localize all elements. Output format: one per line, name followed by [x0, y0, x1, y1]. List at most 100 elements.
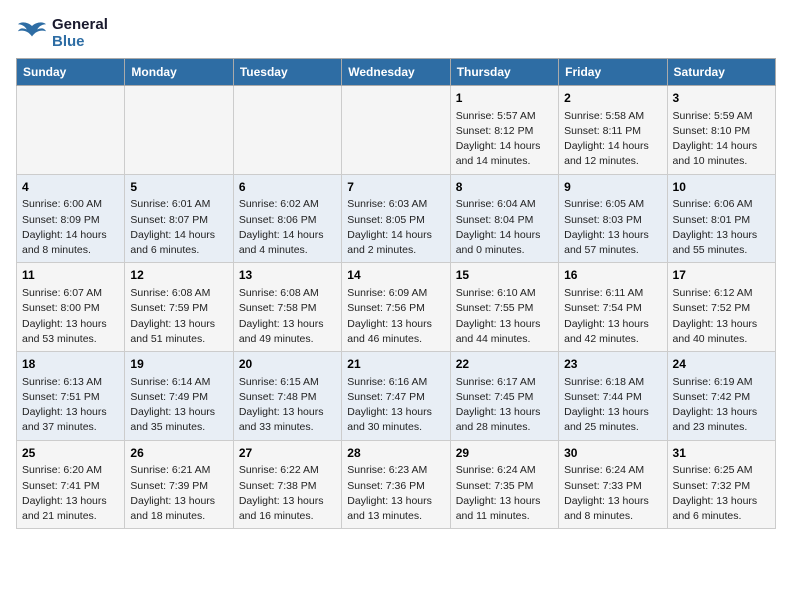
day-number: 17 — [673, 267, 770, 284]
day-info: Sunrise: 6:24 AM Sunset: 7:33 PM Dayligh… — [564, 463, 661, 524]
weekday-header-cell: Monday — [125, 59, 233, 86]
calendar-cell: 7Sunrise: 6:03 AM Sunset: 8:05 PM Daylig… — [342, 174, 450, 263]
calendar-cell: 10Sunrise: 6:06 AM Sunset: 8:01 PM Dayli… — [667, 174, 775, 263]
calendar-cell: 19 Sunrise: 6:14 AM Sunset: 7:49 PM Dayli… — [125, 352, 233, 441]
calendar-cell: 25Sunrise: 6:20 AM Sunset: 7:41 PM Dayli… — [17, 440, 125, 529]
day-info: Sunrise: 6:13 AM Sunset: 7:51 PM Dayligh… — [22, 375, 119, 436]
day-info: Sunrise: 6:16 AM Sunset: 7:47 PM Dayligh… — [347, 375, 444, 436]
day-number: 15 — [456, 267, 553, 284]
calendar-cell — [17, 86, 125, 175]
day-info: Sunrise: 6:01 AM Sunset: 8:07 PM Dayligh… — [130, 197, 227, 258]
day-info: Sunrise: 6:23 AM Sunset: 7:36 PM Dayligh… — [347, 463, 444, 524]
day-number: 21 — [347, 356, 444, 373]
weekday-header-cell: Saturday — [667, 59, 775, 86]
calendar-cell: 11 Sunrise: 6:07 AM Sunset: 8:00 PM Dayli… — [17, 263, 125, 352]
logo-icon — [16, 19, 48, 47]
day-number: 16 — [564, 267, 661, 284]
calendar-cell: 4Sunrise: 6:00 AM Sunset: 8:09 PM Daylig… — [17, 174, 125, 263]
calendar-week-row: 4Sunrise: 6:00 AM Sunset: 8:09 PM Daylig… — [17, 174, 776, 263]
calendar-cell: 27Sunrise: 6:22 AM Sunset: 7:38 PM Dayli… — [233, 440, 341, 529]
day-number: 8 — [456, 179, 553, 196]
weekday-header-row: SundayMondayTuesdayWednesdayThursdayFrid… — [17, 59, 776, 86]
day-info: Sunrise: 6:11 AM Sunset: 7:54 PM Dayligh… — [564, 286, 661, 347]
day-info: Sunrise: 6:19 AM Sunset: 7:42 PM Dayligh… — [673, 375, 770, 436]
day-info: Sunrise: 5:58 AM Sunset: 8:11 PM Dayligh… — [564, 109, 661, 170]
calendar-cell — [125, 86, 233, 175]
day-info: Sunrise: 6:18 AM Sunset: 7:44 PM Dayligh… — [564, 375, 661, 436]
day-number: 2 — [564, 90, 661, 107]
day-info: Sunrise: 6:09 AM Sunset: 7:56 PM Dayligh… — [347, 286, 444, 347]
day-number: 18 — [22, 356, 119, 373]
day-info: Sunrise: 6:14 AM Sunset: 7:49 PM Dayligh… — [130, 375, 227, 436]
logo-text: General Blue — [52, 16, 108, 50]
day-info: Sunrise: 6:08 AM Sunset: 7:59 PM Dayligh… — [130, 286, 227, 347]
calendar-week-row: 1 Sunrise: 5:57 AM Sunset: 8:12 PM Daylig… — [17, 86, 776, 175]
day-info: Sunrise: 6:20 AM Sunset: 7:41 PM Dayligh… — [22, 463, 119, 524]
day-info: Sunrise: 6:04 AM Sunset: 8:04 PM Dayligh… — [456, 197, 553, 258]
day-info: Sunrise: 6:00 AM Sunset: 8:09 PM Dayligh… — [22, 197, 119, 258]
calendar-cell: 3Sunrise: 5:59 AM Sunset: 8:10 PM Daylig… — [667, 86, 775, 175]
day-info: Sunrise: 6:10 AM Sunset: 7:55 PM Dayligh… — [456, 286, 553, 347]
calendar-cell: 2 Sunrise: 5:58 AM Sunset: 8:11 PM Daylig… — [559, 86, 667, 175]
page-header: General Blue — [16, 16, 776, 50]
calendar-cell: 17Sunrise: 6:12 AM Sunset: 7:52 PM Dayli… — [667, 263, 775, 352]
calendar-cell: 20Sunrise: 6:15 AM Sunset: 7:48 PM Dayli… — [233, 352, 341, 441]
calendar-cell — [233, 86, 341, 175]
day-number: 19 — [130, 356, 227, 373]
day-number: 26 — [130, 445, 227, 462]
day-info: Sunrise: 5:57 AM Sunset: 8:12 PM Dayligh… — [456, 109, 553, 170]
day-info: Sunrise: 6:05 AM Sunset: 8:03 PM Dayligh… — [564, 197, 661, 258]
day-info: Sunrise: 6:15 AM Sunset: 7:48 PM Dayligh… — [239, 375, 336, 436]
day-info: Sunrise: 6:08 AM Sunset: 7:58 PM Dayligh… — [239, 286, 336, 347]
day-info: Sunrise: 6:07 AM Sunset: 8:00 PM Dayligh… — [22, 286, 119, 347]
calendar-cell: 29Sunrise: 6:24 AM Sunset: 7:35 PM Dayli… — [450, 440, 558, 529]
day-info: Sunrise: 6:03 AM Sunset: 8:05 PM Dayligh… — [347, 197, 444, 258]
calendar-cell: 13 Sunrise: 6:08 AM Sunset: 7:58 PM Dayli… — [233, 263, 341, 352]
day-number: 27 — [239, 445, 336, 462]
day-number: 31 — [673, 445, 770, 462]
calendar-week-row: 25Sunrise: 6:20 AM Sunset: 7:41 PM Dayli… — [17, 440, 776, 529]
day-info: Sunrise: 6:21 AM Sunset: 7:39 PM Dayligh… — [130, 463, 227, 524]
calendar-cell: 28Sunrise: 6:23 AM Sunset: 7:36 PM Dayli… — [342, 440, 450, 529]
calendar-week-row: 18 Sunrise: 6:13 AM Sunset: 7:51 PM Dayli… — [17, 352, 776, 441]
calendar-cell: 30Sunrise: 6:24 AM Sunset: 7:33 PM Dayli… — [559, 440, 667, 529]
day-info: Sunrise: 6:06 AM Sunset: 8:01 PM Dayligh… — [673, 197, 770, 258]
weekday-header-cell: Wednesday — [342, 59, 450, 86]
calendar-body: 1 Sunrise: 5:57 AM Sunset: 8:12 PM Daylig… — [17, 86, 776, 529]
day-number: 30 — [564, 445, 661, 462]
calendar-cell — [342, 86, 450, 175]
day-number: 10 — [673, 179, 770, 196]
day-number: 29 — [456, 445, 553, 462]
day-number: 28 — [347, 445, 444, 462]
day-info: Sunrise: 6:25 AM Sunset: 7:32 PM Dayligh… — [673, 463, 770, 524]
logo: General Blue — [16, 16, 108, 50]
day-info: Sunrise: 6:02 AM Sunset: 8:06 PM Dayligh… — [239, 197, 336, 258]
calendar-cell: 6Sunrise: 6:02 AM Sunset: 8:06 PM Daylig… — [233, 174, 341, 263]
weekday-header-cell: Sunday — [17, 59, 125, 86]
day-info: Sunrise: 6:17 AM Sunset: 7:45 PM Dayligh… — [456, 375, 553, 436]
calendar-cell: 8Sunrise: 6:04 AM Sunset: 8:04 PM Daylig… — [450, 174, 558, 263]
calendar-cell: 26Sunrise: 6:21 AM Sunset: 7:39 PM Dayli… — [125, 440, 233, 529]
day-info: Sunrise: 6:22 AM Sunset: 7:38 PM Dayligh… — [239, 463, 336, 524]
day-number: 6 — [239, 179, 336, 196]
calendar-cell: 12 Sunrise: 6:08 AM Sunset: 7:59 PM Dayli… — [125, 263, 233, 352]
calendar-cell: 9Sunrise: 6:05 AM Sunset: 8:03 PM Daylig… — [559, 174, 667, 263]
day-number: 11 — [22, 267, 119, 284]
weekday-header-cell: Tuesday — [233, 59, 341, 86]
calendar-cell: 22Sunrise: 6:17 AM Sunset: 7:45 PM Dayli… — [450, 352, 558, 441]
day-info: Sunrise: 6:24 AM Sunset: 7:35 PM Dayligh… — [456, 463, 553, 524]
day-number: 13 — [239, 267, 336, 284]
calendar-cell: 14 Sunrise: 6:09 AM Sunset: 7:56 PM Dayli… — [342, 263, 450, 352]
day-number: 4 — [22, 179, 119, 196]
day-number: 7 — [347, 179, 444, 196]
day-number: 1 — [456, 90, 553, 107]
calendar-cell: 1 Sunrise: 5:57 AM Sunset: 8:12 PM Daylig… — [450, 86, 558, 175]
day-number: 12 — [130, 267, 227, 284]
calendar-cell: 21 Sunrise: 6:16 AM Sunset: 7:47 PM Dayli… — [342, 352, 450, 441]
calendar-cell: 15 Sunrise: 6:10 AM Sunset: 7:55 PM Dayli… — [450, 263, 558, 352]
weekday-header-cell: Friday — [559, 59, 667, 86]
day-number: 14 — [347, 267, 444, 284]
weekday-header-cell: Thursday — [450, 59, 558, 86]
day-number: 3 — [673, 90, 770, 107]
calendar-cell: 18 Sunrise: 6:13 AM Sunset: 7:51 PM Dayli… — [17, 352, 125, 441]
